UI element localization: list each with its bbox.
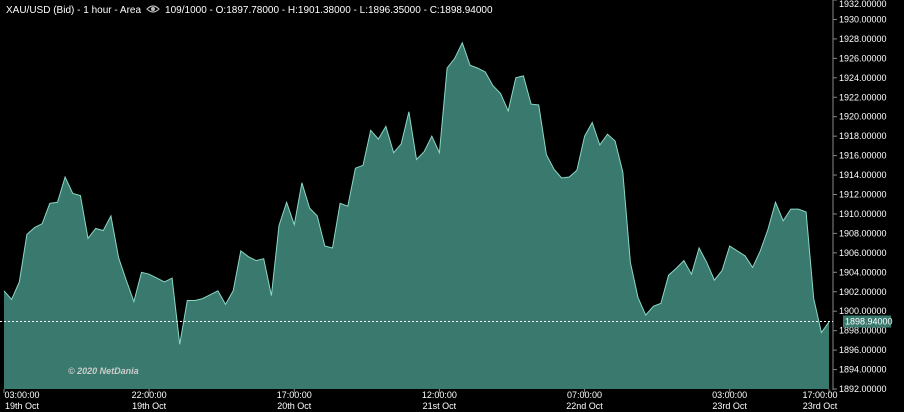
last-price-label: 1898.94000 [845, 317, 893, 327]
x-tick-date: 23rd Oct [803, 401, 838, 411]
y-tick-label: 1928.00000 [839, 34, 887, 44]
y-tick-label: 1916.00000 [839, 151, 887, 161]
y-tick-label: 1926.00000 [839, 53, 887, 63]
y-tick-label: 1932.00000 [839, 0, 887, 9]
price-chart[interactable]: 1932.00000 1930.00000 1928.00000 1926.00000… [0, 0, 904, 412]
x-tick-date: 20th Oct [277, 401, 312, 411]
y-tick-label: 1908.00000 [839, 228, 887, 238]
watermark: © 2020 NetDania [68, 366, 139, 376]
x-tick-time: 12:00:00 [422, 390, 457, 400]
y-tick-label: 1906.00000 [839, 248, 887, 258]
x-tick-date: 19th Oct [132, 401, 167, 411]
last-price-marker: 1898.94000 [843, 315, 893, 328]
x-tick-time: 17:00:00 [277, 390, 312, 400]
y-tick-label: 1904.00000 [839, 267, 887, 277]
y-tick-label: 1900.00000 [839, 306, 887, 316]
y-tick-label: 1924.00000 [839, 73, 887, 83]
x-tick-time: 17:00:00 [802, 390, 837, 400]
y-tick-label: 1922.00000 [839, 92, 887, 102]
x-tick-date: 19th Oct [5, 401, 40, 411]
y-tick-label: 1930.00000 [839, 14, 887, 24]
y-tick-label: 1912.00000 [839, 190, 887, 200]
price-area-fill [4, 42, 829, 390]
ohlc-stats: 109/1000 - O:1897.78000 - H:1901.38000 -… [165, 5, 493, 16]
y-tick-label: 1894.00000 [839, 365, 887, 375]
x-tick-date: 21st Oct [423, 401, 457, 411]
y-tick-label: 1914.00000 [839, 170, 887, 180]
y-tick-label: 1918.00000 [839, 131, 887, 141]
y-tick-label: 1896.00000 [839, 345, 887, 355]
x-tick-date: 22nd Oct [566, 401, 603, 411]
x-tick-time: 03:00:00 [712, 390, 747, 400]
y-tick-label: 1920.00000 [839, 112, 887, 122]
x-tick-time: 22:00:00 [132, 390, 167, 400]
y-tick-label: 1910.00000 [839, 209, 887, 219]
instrument-title: XAU/USD (Bid) - 1 hour - Area [6, 5, 142, 16]
x-tick-time: 03:00:00 [4, 390, 39, 400]
x-axis-ticks: 03:00:0019th Oct22:00:0019th Oct17:00:00… [3, 389, 838, 411]
y-tick-label: 1892.00000 [839, 384, 887, 394]
chart-header: XAU/USD (Bid) - 1 hour - Area 109/1000 -… [6, 4, 493, 17]
x-tick-time: 07:00:00 [567, 390, 602, 400]
x-tick-date: 23rd Oct [712, 401, 747, 411]
y-tick-label: 1902.00000 [839, 287, 887, 297]
eye-icon[interactable] [146, 4, 160, 17]
y-axis-ticks: 1932.00000 1930.00000 1928.00000 1926.00000… [833, 0, 887, 394]
